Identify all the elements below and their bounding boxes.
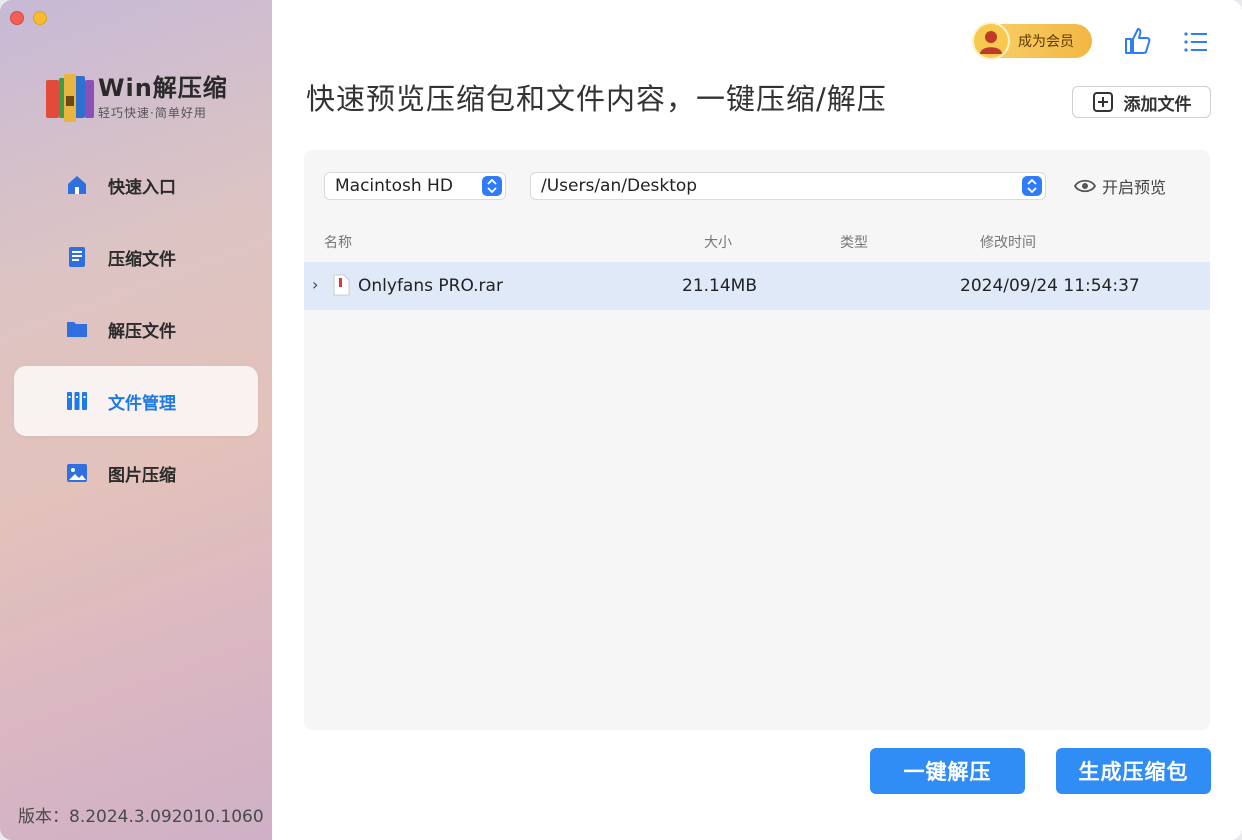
add-file-label: 添加文件 (1123, 94, 1192, 115)
minimize-window-button[interactable] (33, 11, 47, 25)
file-size: 21.14MB (682, 276, 757, 296)
file-modified: 2024/09/24 11:54:37 (960, 276, 1140, 296)
drive-select-value: Macintosh HD (335, 176, 453, 196)
create-archive-button[interactable]: 生成压缩包 (1056, 748, 1211, 794)
sidebar-item-file-manager[interactable]: 文件管理 (14, 366, 258, 436)
become-member-label: 成为会员 (1018, 34, 1074, 50)
path-select[interactable]: /Users/an/Desktop (530, 172, 1046, 200)
sidebar: Win解压缩 轻巧快速·简单好用 快速入口 压缩文件 解压文件 文件管理 图片压… (0, 0, 272, 840)
eye-icon (1074, 179, 1096, 193)
app-tagline: 轻巧快速·简单好用 (98, 106, 207, 120)
page-title: 快速预览压缩包和文件内容，一键压缩/解压 (306, 82, 887, 116)
path-select-value: /Users/an/Desktop (541, 176, 698, 196)
column-header-size[interactable]: 大小 (704, 232, 732, 252)
sidebar-item-compress[interactable]: 压缩文件 (14, 222, 258, 292)
sidebar-item-label: 快速入口 (108, 177, 176, 198)
app-name: Win解压缩 (98, 74, 228, 102)
select-stepper-icon (482, 176, 502, 196)
column-header-name[interactable]: 名称 (324, 232, 352, 252)
column-header-modified[interactable]: 修改时间 (980, 232, 1036, 252)
close-window-button[interactable] (10, 11, 24, 25)
preview-toggle[interactable]: 开启预览 (1074, 174, 1166, 198)
file-manager-icon (64, 388, 90, 414)
version-text: 版本：8.2024.3.092010.1060 (18, 807, 264, 827)
window-controls (10, 11, 47, 25)
folder-icon (64, 316, 90, 342)
select-stepper-icon (1022, 176, 1042, 196)
menu-list-icon[interactable] (1182, 28, 1210, 56)
sidebar-item-label: 图片压缩 (108, 465, 176, 486)
avatar (972, 22, 1010, 60)
column-header-type[interactable]: 类型 (840, 232, 868, 252)
sidebar-item-label: 文件管理 (108, 393, 176, 414)
sidebar-item-image-compress[interactable]: 图片压缩 (14, 438, 258, 508)
main-content: 成为会员 快速预览压缩包和文件内容，一键压缩/解压 添加文件 Macintosh… (272, 0, 1242, 840)
brand: Win解压缩 轻巧快速·简单好用 (98, 74, 228, 121)
sidebar-item-extract[interactable]: 解压文件 (14, 294, 258, 364)
compress-file-icon (64, 244, 90, 270)
rar-file-icon (333, 274, 350, 296)
thumbs-up-icon[interactable] (1122, 26, 1152, 56)
expand-chevron-icon[interactable]: › (312, 275, 318, 294)
table-row[interactable]: › Onlyfans PRO.rar 21.14MB 2024/09/24 11… (304, 262, 1210, 310)
become-member-button[interactable]: 成为会员 (972, 22, 1092, 60)
preview-toggle-label: 开启预览 (1102, 178, 1167, 197)
drive-select[interactable]: Macintosh HD (324, 172, 506, 200)
add-file-button[interactable]: 添加文件 (1072, 86, 1211, 118)
sidebar-nav: 快速入口 压缩文件 解压文件 文件管理 图片压缩 (14, 150, 258, 510)
file-browser-panel: Macintosh HD /Users/an/Desktop 开启预览 名称 大… (304, 150, 1210, 730)
plus-square-icon (1092, 92, 1113, 112)
home-icon (64, 172, 90, 198)
image-icon (64, 460, 90, 486)
file-name: Onlyfans PRO.rar (358, 276, 503, 296)
sidebar-item-quick-access[interactable]: 快速入口 (14, 150, 258, 220)
sidebar-item-label: 解压文件 (108, 321, 176, 342)
app-logo-icon (46, 74, 94, 122)
extract-button[interactable]: 一键解压 (870, 748, 1025, 794)
app-window: Win解压缩 轻巧快速·简单好用 快速入口 压缩文件 解压文件 文件管理 图片压… (0, 0, 1242, 840)
sidebar-item-label: 压缩文件 (108, 249, 176, 270)
